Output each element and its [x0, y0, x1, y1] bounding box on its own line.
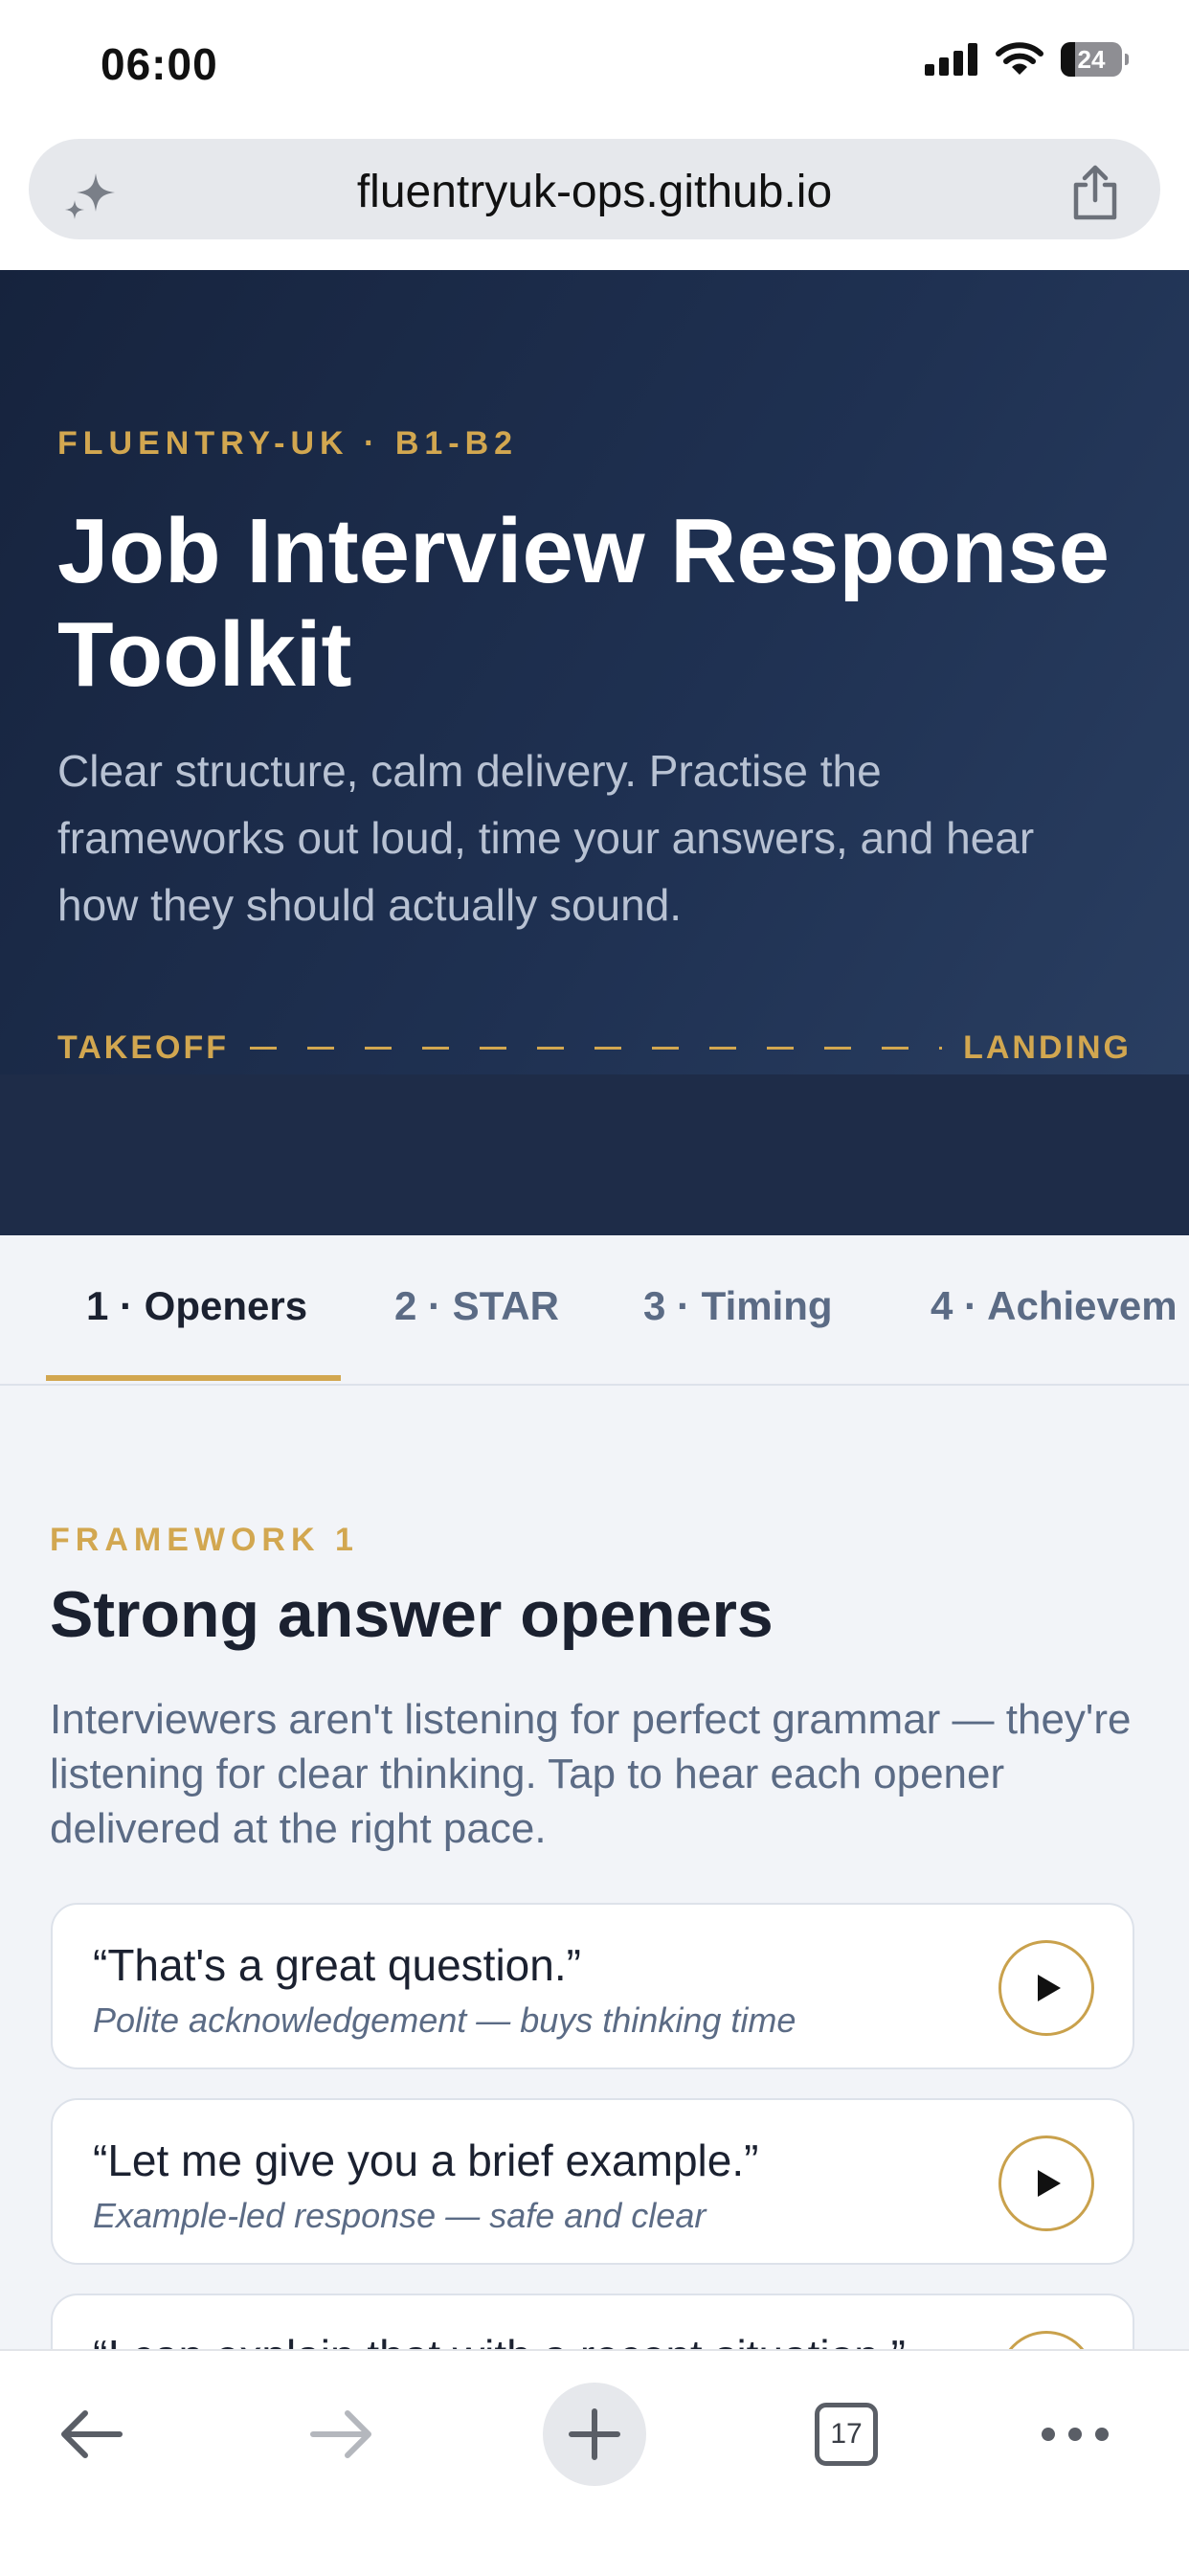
- tab-timing[interactable]: 3 · Timing: [643, 1283, 833, 1329]
- back-button[interactable]: [38, 2382, 144, 2487]
- status-icons: 24: [925, 42, 1129, 77]
- phrase-note: Polite acknowledgement — buys thinking t…: [93, 2000, 796, 2040]
- phrase-text: “Let me give you a brief example.”: [93, 2135, 759, 2185]
- arrow-left-icon: [61, 2410, 123, 2458]
- framework-description: Interviewers aren't listening for perfec…: [50, 1696, 1132, 1852]
- status-bar: 06:00 24: [0, 0, 1189, 134]
- arrow-right-icon: [310, 2410, 371, 2458]
- play-button[interactable]: [998, 2135, 1094, 2231]
- browser-url-area: fluentryuk-ops.github.io: [0, 134, 1189, 270]
- forward-button[interactable]: [289, 2382, 394, 2487]
- hero-section: FLUENTRY-UK · B1-B2 Job Interview Respon…: [0, 270, 1189, 1235]
- journey-progress: TAKEOFF LANDING: [57, 1027, 1132, 1069]
- hero-eyebrow: FLUENTRY-UK · B1-B2: [57, 425, 519, 462]
- battery-icon: 24: [1061, 42, 1129, 77]
- phrase-text: “That's a great question.”: [93, 1940, 581, 1990]
- tab-achievements[interactable]: 4 · Achievem: [931, 1283, 1178, 1329]
- framework-tabs: 1 · Openers 2 · STAR 3 · Timing 4 · Achi…: [0, 1235, 1189, 1386]
- tab-star[interactable]: 2 · STAR: [394, 1283, 559, 1329]
- tabs-button[interactable]: 17: [794, 2382, 899, 2487]
- play-icon: [1038, 1975, 1061, 2001]
- share-icon[interactable]: [1068, 164, 1122, 221]
- framework-eyebrow: FRAMEWORK 1: [50, 1522, 359, 1558]
- tab-count: 17: [815, 2403, 878, 2466]
- phrase-card[interactable]: “That's a great question.” Polite acknow…: [51, 1903, 1134, 2069]
- phrase-text: “I can explain that with a recent situat…: [93, 2330, 906, 2349]
- new-tab-button[interactable]: [543, 2383, 646, 2486]
- framework-content: FRAMEWORK 1 Strong answer openers Interv…: [0, 1386, 1189, 2349]
- play-icon: [1038, 2170, 1061, 2197]
- page-title: Job Interview Response Toolkit: [57, 500, 1110, 706]
- address-bar[interactable]: fluentryuk-ops.github.io: [29, 139, 1160, 239]
- phrase-card[interactable]: “I can explain that with a recent situat…: [51, 2294, 1134, 2349]
- play-button[interactable]: [998, 2331, 1094, 2349]
- journey-start-label: TAKEOFF: [57, 1028, 230, 1066]
- phrase-card[interactable]: “Let me give you a brief example.” Examp…: [51, 2098, 1134, 2265]
- hero-subtitle: Clear structure, calm delivery. Practise…: [57, 746, 1035, 930]
- battery-level: 24: [1077, 44, 1106, 74]
- more-button[interactable]: [1022, 2382, 1128, 2487]
- browser-toolbar: 17: [0, 2349, 1189, 2576]
- phrase-note: Example-led response — safe and clear: [93, 2196, 707, 2235]
- wifi-icon: [996, 42, 1043, 75]
- journey-dashed-line: [250, 1046, 943, 1050]
- framework-title: Strong answer openers: [50, 1578, 774, 1651]
- signal-icon: [925, 43, 977, 76]
- more-dots-icon: [1042, 2428, 1109, 2441]
- play-button[interactable]: [998, 1940, 1094, 2036]
- tab-openers[interactable]: 1 · Openers: [86, 1283, 307, 1329]
- url-text[interactable]: fluentryuk-ops.github.io: [29, 166, 1160, 218]
- plus-icon: [569, 2408, 620, 2460]
- journey-end-label: LANDING: [963, 1028, 1132, 1066]
- active-tab-indicator: [46, 1375, 341, 1381]
- status-time: 06:00: [101, 39, 218, 89]
- hero-lower-band: [0, 1074, 1189, 1235]
